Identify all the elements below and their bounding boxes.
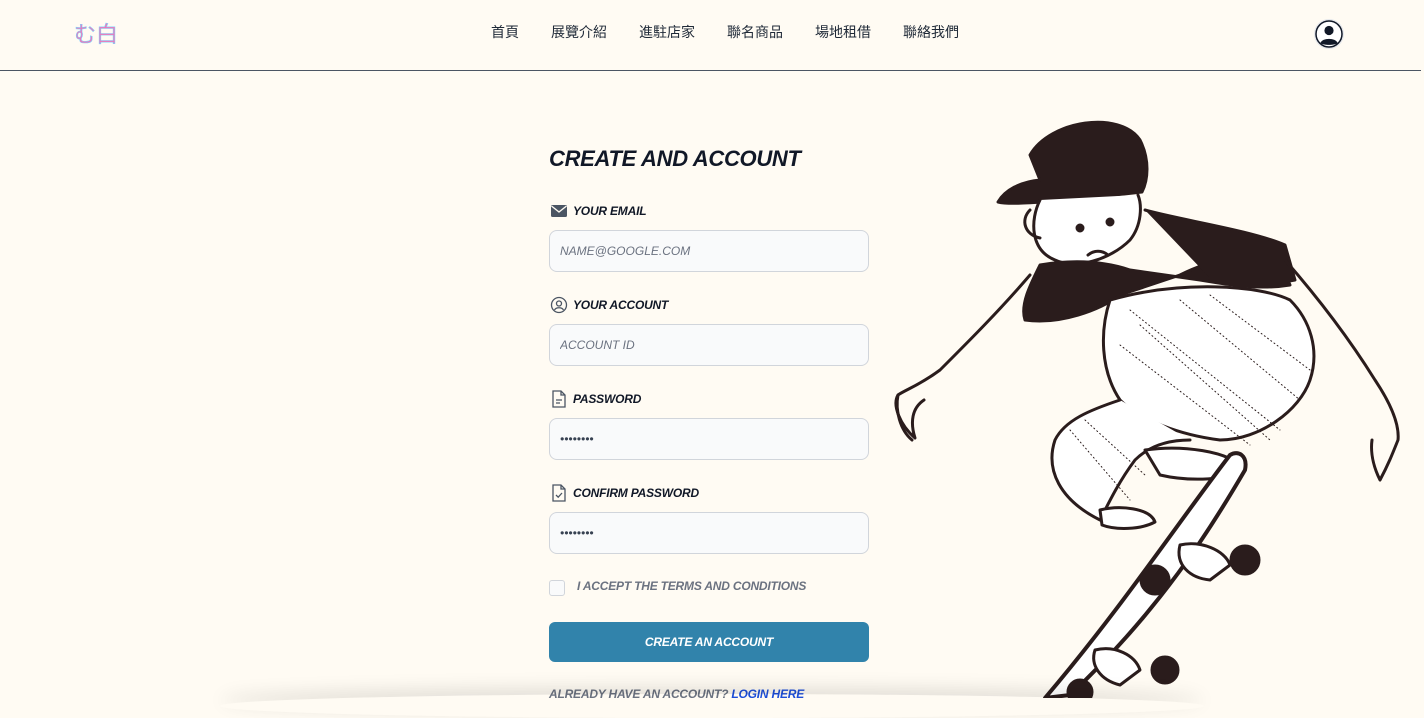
user-circle-outline-icon (549, 296, 569, 314)
site-header: む白 首頁 展覽介紹 進駐店家 聯名商品 場地租借 聯絡我們 (0, 0, 1421, 71)
email-field[interactable] (549, 230, 869, 272)
password-field[interactable] (549, 418, 869, 460)
confirm-password-label-row: CONFIRM PASSWORD (549, 484, 699, 502)
password-label-row: PASSWORD (549, 390, 641, 408)
envelope-icon (549, 202, 569, 220)
terms-label: I ACCEPT THE TERMS AND CONDITIONS (577, 579, 807, 593)
email-label: YOUR EMAIL (573, 204, 647, 218)
main-nav: 首頁 展覽介紹 進駐店家 聯名商品 場地租借 聯絡我們 (0, 22, 1421, 44)
nav-collab-products[interactable]: 聯名商品 (727, 22, 783, 42)
account-label: YOUR ACCOUNT (573, 298, 669, 312)
nav-contact[interactable]: 聯絡我們 (903, 22, 959, 42)
skateboarder-illustration (894, 120, 1400, 698)
confirm-password-field[interactable] (549, 512, 869, 554)
nav-home[interactable]: 首頁 (491, 22, 519, 42)
account-id-field[interactable] (549, 324, 869, 366)
account-label-row: YOUR ACCOUNT (549, 296, 668, 314)
document-icon (549, 390, 569, 408)
user-circle-icon[interactable] (1313, 18, 1345, 50)
nav-stores[interactable]: 進駐店家 (639, 22, 695, 42)
nav-venue-rental[interactable]: 場地租借 (815, 22, 871, 42)
confirm-password-label: CONFIRM PASSWORD (573, 486, 699, 500)
email-label-row: YOUR EMAIL (549, 202, 647, 220)
password-label: PASSWORD (573, 392, 642, 406)
create-account-button[interactable]: CREATE AN ACCOUNT (549, 622, 869, 662)
page-title: CREATE AND ACCOUNT (549, 146, 801, 171)
nav-exhibition[interactable]: 展覽介紹 (551, 22, 607, 42)
terms-checkbox[interactable] (549, 580, 565, 596)
document-check-icon (549, 484, 569, 502)
